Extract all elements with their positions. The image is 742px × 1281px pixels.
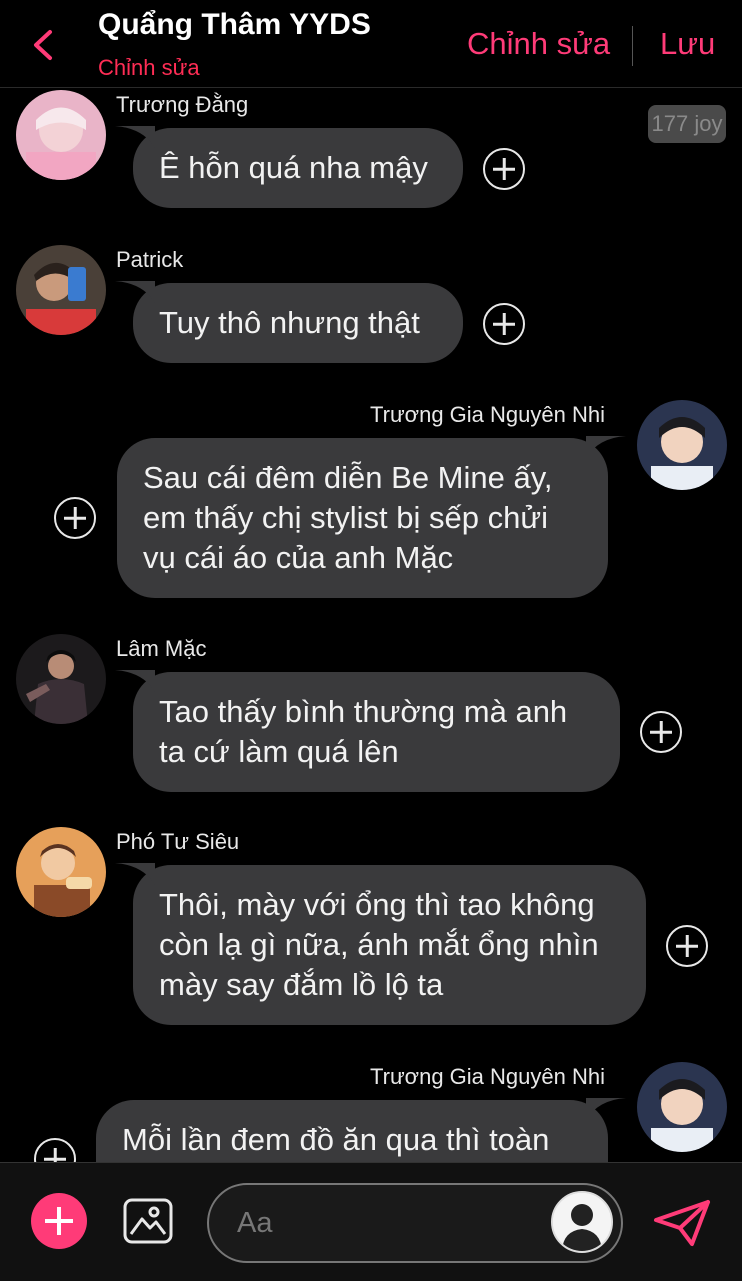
message-sender: Phó Tư Siêu <box>116 829 240 854</box>
avatar-truong-dang[interactable] <box>16 90 106 180</box>
add-reaction-icon[interactable] <box>34 1138 76 1162</box>
message-bubble[interactable]: Tao thấy bình thường mà anh ta cứ làm qu… <box>115 670 620 792</box>
chat-messages[interactable]: 177 joy Trương Đằng Ê hỗn quá nha mậy Pa… <box>0 89 742 1162</box>
add-reaction-icon[interactable] <box>666 925 708 967</box>
image-icon[interactable] <box>122 1197 174 1245</box>
message-sender: Patrick <box>116 247 184 272</box>
message-text: em thấy chị stylist bị sếp chửi <box>143 500 548 535</box>
add-reaction-icon[interactable] <box>483 303 525 345</box>
chat-title: Quẩng Thâm YYDS <box>98 8 371 41</box>
save-button[interactable]: Lưu <box>660 26 715 62</box>
message-input[interactable] <box>237 1203 537 1243</box>
message-sender: Lâm Mặc <box>116 636 207 661</box>
composer-bar <box>0 1162 742 1281</box>
message-bubble[interactable]: Sau cái đêm diễn Be Mine ấy, em thấy chị… <box>117 436 626 598</box>
message-text: Mỗi lần đem đồ ăn qua thì toàn <box>122 1122 550 1157</box>
send-icon[interactable] <box>652 1198 712 1248</box>
message-sender: Trương Đằng <box>116 92 249 117</box>
message-text: Tuy thô nhưng thật <box>159 305 420 340</box>
avatar-patrick[interactable] <box>16 245 106 335</box>
message-text: ta cứ làm quá lên <box>159 734 399 769</box>
message-text: Tao thấy bình thường mà anh <box>159 694 568 729</box>
message-text: Thôi, mày với ổng thì tao không <box>159 887 595 922</box>
message-text: Sau cái đêm diễn Be Mine ấy, <box>143 460 553 495</box>
add-reaction-icon[interactable] <box>54 497 96 539</box>
message-sender: Trương Gia Nguyên Nhi <box>370 402 605 427</box>
message-sender: Trương Gia Nguyên Nhi <box>370 1064 605 1089</box>
avatar-pho-tu-sieu[interactable] <box>16 827 106 917</box>
message-bubble[interactable]: Tuy thô nhưng thật <box>115 281 463 363</box>
header-divider <box>632 26 633 66</box>
message-bubble[interactable]: Ê hỗn quá nha mậy <box>115 126 463 208</box>
add-reaction-icon[interactable] <box>483 148 525 190</box>
message-bubble[interactable]: Mỗi lần đem đồ ăn qua thì toàn <box>96 1098 626 1162</box>
chat-header: Quẩng Thâm YYDS Chỉnh sửa Chỉnh sửa Lưu <box>0 0 742 88</box>
avatar-truong-gia-nguyen-nhi[interactable] <box>637 1062 727 1152</box>
add-plus-icon[interactable] <box>31 1193 87 1249</box>
avatar-truong-gia-nguyen-nhi[interactable] <box>637 400 727 490</box>
back-chevron-icon[interactable] <box>28 26 60 64</box>
message-text: vụ cái áo của anh Mặc <box>143 540 454 575</box>
avatar-lam-mac[interactable] <box>16 634 106 724</box>
joy-badge: 177 joy <box>648 105 726 143</box>
chat-subtitle[interactable]: Chỉnh sửa <box>98 55 200 81</box>
edit-button[interactable]: Chỉnh sửa <box>467 26 610 62</box>
message-text: còn lạ gì nữa, ánh mắt ổng nhìn <box>159 927 599 962</box>
message-text: mày say đắm lồ lộ ta <box>159 967 444 1002</box>
message-bubble[interactable]: Thôi, mày với ổng thì tao không còn lạ g… <box>115 863 646 1025</box>
add-reaction-icon[interactable] <box>640 711 682 753</box>
user-avatar-icon[interactable] <box>551 1191 613 1253</box>
message-text: Ê hỗn quá nha mậy <box>159 150 428 185</box>
message-input-wrapper <box>207 1183 623 1263</box>
